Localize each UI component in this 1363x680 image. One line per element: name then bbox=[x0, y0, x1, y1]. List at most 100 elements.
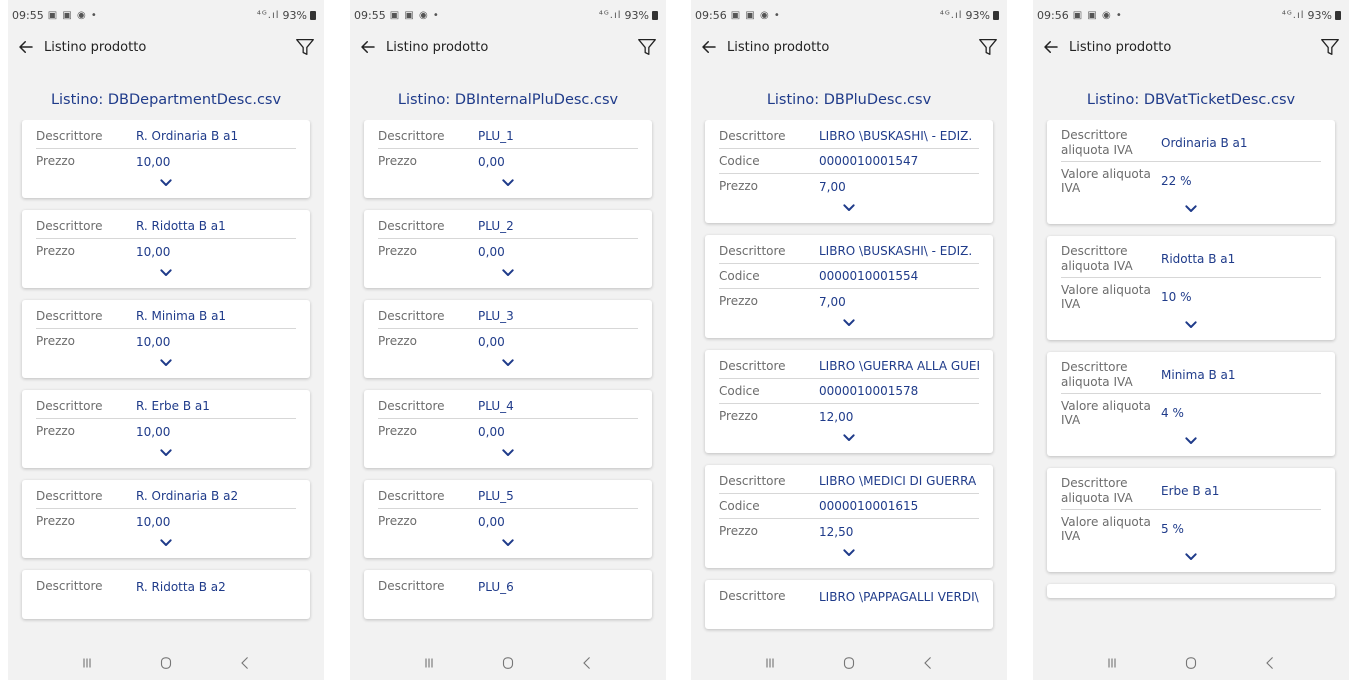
back-button[interactable] bbox=[1039, 35, 1063, 59]
expand-button[interactable] bbox=[378, 444, 638, 462]
card-row: Descrittore LIBRO \GUERRA ALLA GUERR bbox=[719, 354, 979, 379]
expand-button[interactable] bbox=[36, 174, 296, 192]
list-item-card[interactable]: Descrittore PLU_1 Prezzo 0,00 bbox=[364, 120, 652, 198]
row-value: Ridotta B a1 bbox=[1161, 251, 1236, 266]
card-row: Prezzo 12,00 bbox=[719, 404, 979, 429]
expand-button[interactable] bbox=[378, 174, 638, 192]
list-item-card[interactable]: Descrittore PLU_2 Prezzo 0,00 bbox=[364, 210, 652, 288]
nav-back-button[interactable] bbox=[908, 648, 948, 678]
expand-button[interactable] bbox=[719, 199, 979, 217]
expand-button[interactable] bbox=[36, 534, 296, 552]
chevron-down-icon bbox=[1185, 437, 1197, 444]
list-item-card[interactable]: Descrittore PLU_5 Prezzo 0,00 bbox=[364, 480, 652, 558]
row-value: R. Ordinaria B a2 bbox=[136, 489, 239, 503]
row-label: Descrittore bbox=[378, 398, 445, 413]
list-item-card[interactable]: Descrittore PLU_6 bbox=[364, 570, 652, 619]
list-item-card[interactable]: Descrittore LIBRO \GUERRA ALLA GUERR Codic… bbox=[705, 350, 993, 453]
recent-apps-button[interactable] bbox=[409, 648, 449, 678]
row-label: Descrittore aliquota IVA bbox=[1061, 244, 1133, 273]
row-value: PLU_5 bbox=[478, 489, 514, 503]
expand-button[interactable] bbox=[1061, 548, 1321, 566]
row-value: Ordinaria B a1 bbox=[1161, 135, 1248, 150]
list-item-card[interactable]: Descrittore LIBRO \PAPPAGALLI VERDI\ bbox=[705, 580, 993, 629]
nav-back-button[interactable] bbox=[567, 648, 607, 678]
list-item-card[interactable]: Descrittore R. Erbe B a1 Prezzo 10,00 bbox=[22, 390, 310, 468]
app-bar: Listino prodotto bbox=[350, 30, 666, 64]
chevron-down-icon bbox=[160, 179, 172, 186]
home-button[interactable] bbox=[829, 648, 869, 678]
card-list[interactable]: Descrittore LIBRO \BUSKASHI\ - EDIZ. Codic… bbox=[691, 120, 1007, 646]
list-item-card[interactable]: Descrittore LIBRO \BUSKASHI\ - EDIZ. Codic… bbox=[705, 235, 993, 338]
nav-back-button[interactable] bbox=[225, 648, 265, 678]
back-button[interactable] bbox=[14, 35, 38, 59]
filter-button[interactable] bbox=[634, 34, 660, 60]
home-button[interactable] bbox=[146, 648, 186, 678]
filter-button[interactable] bbox=[292, 34, 318, 60]
row-value: 0,00 bbox=[478, 424, 505, 439]
battery-level: 93% bbox=[965, 8, 990, 22]
expand-button[interactable] bbox=[378, 534, 638, 552]
filter-button[interactable] bbox=[1317, 34, 1343, 60]
recent-apps-button[interactable] bbox=[750, 648, 790, 678]
list-item-card[interactable]: Descrittore aliquota IVA Ordinaria B a1 Va… bbox=[1047, 120, 1335, 224]
list-item-card[interactable]: Descrittore aliquota IVA Ridotta B a1 Valo… bbox=[1047, 236, 1335, 340]
row-value: 4 % bbox=[1161, 406, 1184, 420]
list-item-card[interactable]: Descrittore PLU_4 Prezzo 0,00 bbox=[364, 390, 652, 468]
list-item-card[interactable]: Descrittore PLU_3 Prezzo 0,00 bbox=[364, 300, 652, 378]
status-time: 09:56 bbox=[695, 8, 727, 22]
list-item-card[interactable]: Descrittore aliquota IVA Minima B a1 Valor… bbox=[1047, 352, 1335, 456]
nav-back-icon bbox=[1265, 657, 1273, 669]
list-item-card[interactable]: Descrittore LIBRO \MEDICI DI GUERRA Codice… bbox=[705, 465, 993, 568]
list-item-card[interactable]: Descrittore R. Ridotta B a1 Prezzo 10,00 bbox=[22, 210, 310, 288]
page-title: Listino prodotto bbox=[386, 39, 489, 55]
page-title: Listino prodotto bbox=[727, 39, 830, 55]
filter-button[interactable] bbox=[975, 34, 1001, 60]
card-list[interactable]: Descrittore PLU_1 Prezzo 0,00 Descrittore PLU… bbox=[350, 120, 666, 646]
card-list[interactable]: Descrittore aliquota IVA Ordinaria B a1 Va… bbox=[1033, 120, 1349, 646]
list-item-card[interactable]: Descrittore aliquota IVA Erbe B a1 Valore … bbox=[1047, 468, 1335, 572]
expand-button[interactable] bbox=[378, 264, 638, 282]
card-row: Descrittore aliquota IVA Ridotta B a1 bbox=[1061, 240, 1321, 278]
expand-button[interactable] bbox=[1061, 316, 1321, 334]
battery-icon bbox=[993, 10, 999, 20]
list-item-card[interactable]: Descrittore R. Ordinaria B a2 Prezzo 10,00 bbox=[22, 480, 310, 558]
list-item-card[interactable]: Descrittore R. Ordinaria B a1 Prezzo 10,00 bbox=[22, 120, 310, 198]
expand-button[interactable] bbox=[1061, 432, 1321, 450]
row-label: Descrittore bbox=[36, 218, 103, 233]
row-label: Descrittore aliquota IVA bbox=[1061, 360, 1133, 389]
expand-button[interactable] bbox=[1061, 200, 1321, 218]
recent-apps-button[interactable] bbox=[1092, 648, 1132, 678]
screens-container: 09:55 ▣ ▣ ◉ • ⁴ᴳ.ıl 93% Listino prodotto List… bbox=[0, 0, 1363, 680]
row-label: Prezzo bbox=[378, 334, 418, 349]
row-value: PLU_4 bbox=[478, 399, 514, 413]
status-left: 09:56 ▣ ▣ ◉ • bbox=[1037, 9, 1123, 22]
list-item-card[interactable] bbox=[1047, 584, 1335, 598]
card-list[interactable]: Descrittore R. Ordinaria B a1 Prezzo 10,00 D… bbox=[8, 120, 324, 646]
list-item-card[interactable]: Descrittore R. Minima B a1 Prezzo 10,00 bbox=[22, 300, 310, 378]
nav-back-button[interactable] bbox=[1250, 648, 1290, 678]
expand-button[interactable] bbox=[719, 314, 979, 332]
list-item-card[interactable]: Descrittore R. Ridotta B a2 bbox=[22, 570, 310, 619]
back-button[interactable] bbox=[356, 35, 380, 59]
recent-apps-button[interactable] bbox=[67, 648, 107, 678]
home-icon bbox=[1185, 657, 1197, 669]
row-label: Valore aliquota IVA bbox=[1061, 166, 1151, 195]
expand-button[interactable] bbox=[36, 264, 296, 282]
expand-button[interactable] bbox=[378, 354, 638, 372]
row-value: 0,00 bbox=[478, 514, 505, 529]
row-value: Minima B a1 bbox=[1161, 367, 1236, 382]
expand-button[interactable] bbox=[719, 544, 979, 562]
home-button[interactable] bbox=[488, 648, 528, 678]
row-value: LIBRO \MEDICI DI GUERRA bbox=[819, 474, 977, 488]
expand-button[interactable] bbox=[36, 444, 296, 462]
back-button[interactable] bbox=[697, 35, 721, 59]
row-value: 0000010001578 bbox=[819, 384, 919, 398]
home-button[interactable] bbox=[1171, 648, 1211, 678]
expand-button[interactable] bbox=[719, 429, 979, 447]
card-row: Descrittore PLU_3 bbox=[378, 304, 638, 329]
expand-button[interactable] bbox=[36, 354, 296, 372]
row-label: Descrittore bbox=[719, 473, 786, 488]
list-item-card[interactable]: Descrittore LIBRO \BUSKASHI\ - EDIZ. Codic… bbox=[705, 120, 993, 223]
row-value: 10,00 bbox=[136, 514, 171, 529]
row-label: Descrittore bbox=[378, 488, 445, 503]
